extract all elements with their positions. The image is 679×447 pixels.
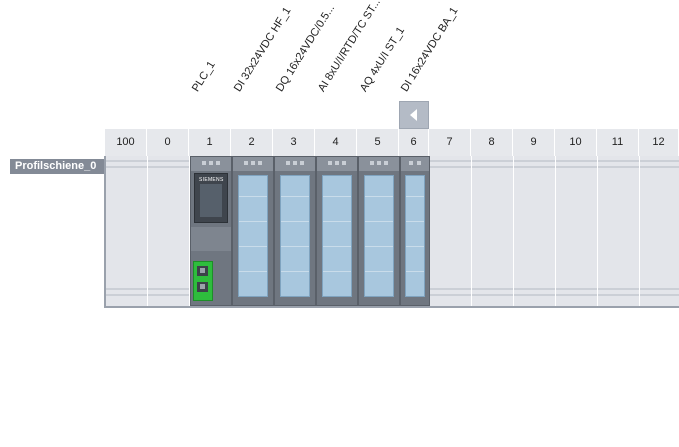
io-module-dq16[interactable] bbox=[274, 156, 316, 306]
io-terminal-panel bbox=[280, 175, 310, 297]
slot-header: 100 bbox=[105, 129, 147, 156]
slot-7[interactable] bbox=[430, 156, 472, 306]
slot-100[interactable] bbox=[106, 156, 148, 306]
cpu-module[interactable]: SIEMENS bbox=[190, 156, 232, 306]
module-label-di16[interactable]: DI 16x24VDC BA_1 bbox=[399, 5, 461, 94]
cpu-front-panel: SIEMENS bbox=[194, 173, 228, 223]
slot-header: 0 bbox=[147, 129, 189, 156]
ethernet-port-icon bbox=[197, 266, 208, 276]
slot-header: 9 bbox=[513, 129, 555, 156]
scroll-left-button[interactable] bbox=[399, 101, 429, 129]
slot-header: 4 bbox=[315, 129, 357, 156]
module-top-bar bbox=[275, 157, 315, 171]
io-terminal-panel bbox=[364, 175, 394, 297]
io-module-di16[interactable] bbox=[400, 156, 430, 306]
io-module-di32[interactable] bbox=[232, 156, 274, 306]
module-top-bar bbox=[401, 157, 429, 171]
slot-header: 11 bbox=[597, 129, 639, 156]
io-terminal-panel bbox=[405, 175, 425, 297]
cpu-display bbox=[200, 184, 222, 217]
module-top-bar bbox=[359, 157, 399, 171]
ethernet-port-icon bbox=[197, 282, 208, 292]
rack-rail[interactable]: SIEMENS bbox=[104, 156, 679, 308]
brand-logo: SIEMENS bbox=[199, 177, 224, 183]
slot-10[interactable] bbox=[556, 156, 598, 306]
slot-header: 3 bbox=[273, 129, 315, 156]
cpu-body bbox=[191, 227, 231, 251]
profinet-ports[interactable] bbox=[193, 261, 213, 301]
slot-header: 10 bbox=[555, 129, 597, 156]
io-module-ai8[interactable] bbox=[316, 156, 358, 306]
module-top-bar bbox=[317, 157, 357, 171]
slot-8[interactable] bbox=[472, 156, 514, 306]
slot-11[interactable] bbox=[598, 156, 640, 306]
module-label-plc[interactable]: PLC_1 bbox=[190, 59, 218, 94]
io-terminal-panel bbox=[238, 175, 268, 297]
slot-0[interactable] bbox=[148, 156, 190, 306]
slot-header: 1 bbox=[189, 129, 231, 156]
slot-9[interactable] bbox=[514, 156, 556, 306]
slot-12[interactable] bbox=[640, 156, 679, 306]
io-terminal-panel bbox=[322, 175, 352, 297]
slot-header: 6 bbox=[399, 129, 429, 156]
slot-header: 12 bbox=[639, 129, 679, 156]
module-top-bar bbox=[191, 157, 231, 171]
slot-header: 5 bbox=[357, 129, 399, 156]
slot-header-row: 100 0 1 2 3 4 5 6 7 8 9 10 11 12 bbox=[105, 129, 679, 156]
io-module-aq4[interactable] bbox=[358, 156, 400, 306]
slot-header: 2 bbox=[231, 129, 273, 156]
chevron-left-icon bbox=[410, 109, 417, 121]
module-top-bar bbox=[233, 157, 273, 171]
rail-label[interactable]: Profilschiene_0 bbox=[10, 159, 104, 174]
slot-header: 8 bbox=[471, 129, 513, 156]
slot-header: 7 bbox=[429, 129, 471, 156]
